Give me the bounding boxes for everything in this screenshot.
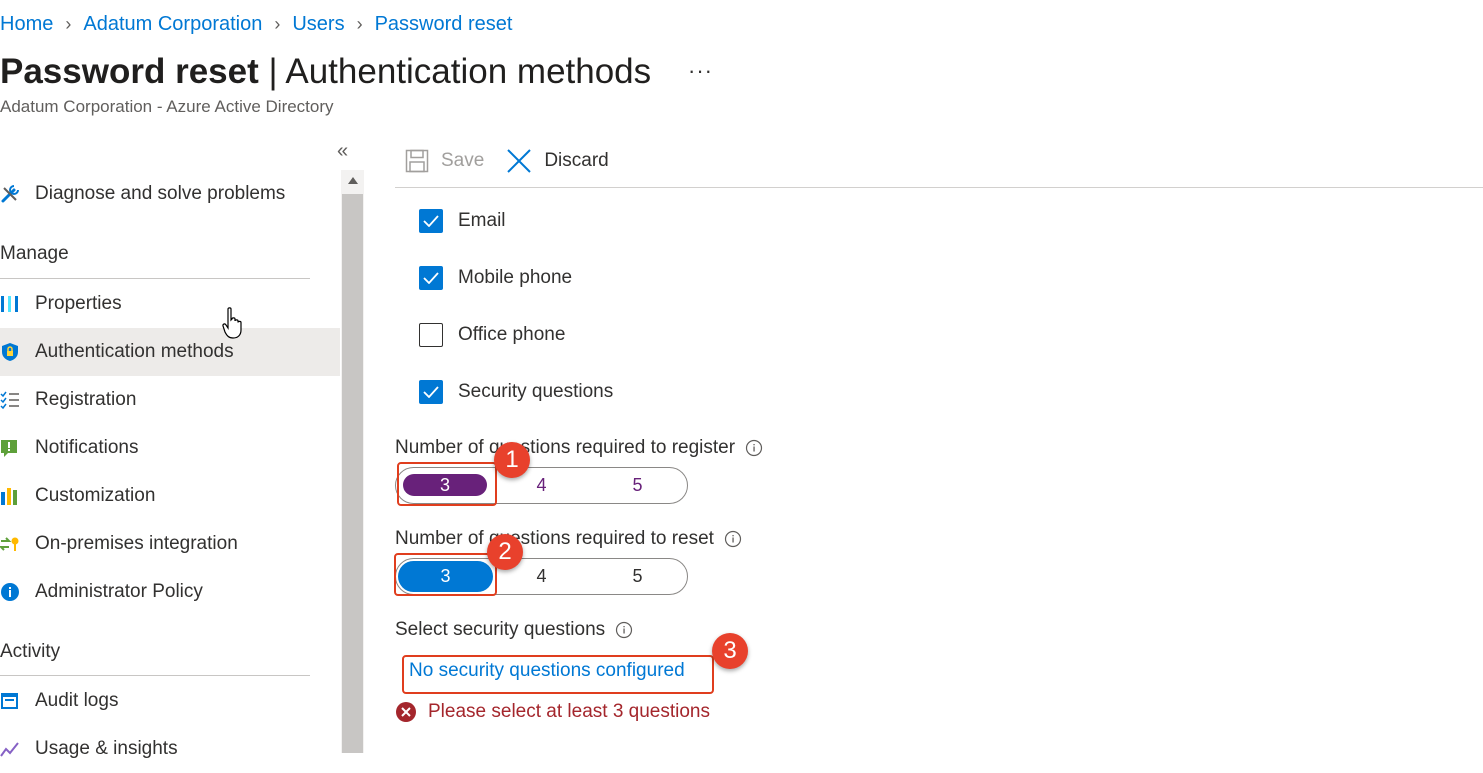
sidebar-item-notifications[interactable]: Notifications	[0, 424, 340, 472]
sidebar-item-customization[interactable]: Customization	[0, 472, 340, 520]
checkbox-label: Mobile phone	[458, 267, 573, 288]
sidebar-item-diagnose[interactable]: Diagnose and solve problems	[0, 170, 340, 218]
hand-cursor-icon	[222, 307, 244, 344]
register-count-label: Number of questions required to register	[395, 437, 763, 459]
save-button[interactable]: Save	[405, 149, 484, 173]
reset-count-text: Number of questions required to reset	[395, 528, 714, 549]
sidebar-item-properties[interactable]: Properties	[0, 280, 340, 328]
collapse-sidebar-button[interactable]: «	[337, 140, 348, 163]
checkmark-icon	[419, 266, 443, 290]
error-icon	[396, 702, 416, 722]
page-subtitle: Adatum Corporation - Azure Active Direct…	[0, 97, 334, 116]
checkbox-office-phone[interactable]: Office phone	[419, 321, 565, 349]
section-manage: Manage	[0, 243, 69, 264]
sidebar-item-label: Registration	[35, 389, 137, 410]
customization-icon	[0, 486, 20, 506]
checkmark-icon	[419, 380, 443, 404]
close-icon	[507, 149, 532, 173]
more-options-button[interactable]: ···	[688, 58, 713, 84]
sidebar-item-usage-insights[interactable]: Usage & insights	[0, 725, 340, 773]
chevron-right-icon: ›	[274, 13, 281, 34]
annotation-badge-1: 1	[494, 442, 530, 478]
info-icon[interactable]	[724, 530, 742, 548]
discard-button[interactable]: Discard	[506, 148, 609, 174]
save-icon	[405, 149, 429, 173]
sidebar-item-label: Diagnose and solve problems	[35, 183, 286, 204]
checkmark-icon	[419, 209, 443, 233]
on-premises-icon	[0, 534, 20, 554]
sidebar-item-authentication-methods[interactable]: Authentication methods	[0, 328, 340, 376]
info-icon	[0, 582, 20, 602]
sidebar-item-label: Usage & insights	[35, 738, 178, 759]
breadcrumb-adatum[interactable]: Adatum Corporation	[83, 13, 262, 36]
checkbox-unchecked-icon	[419, 323, 443, 347]
chevron-right-icon: ›	[65, 13, 72, 34]
notification-icon	[0, 438, 20, 458]
sidebar-item-registration[interactable]: Registration	[0, 376, 340, 424]
sidebar-item-audit-logs[interactable]: Audit logs	[0, 677, 340, 725]
page-title: Password reset | Authentication methods	[0, 52, 651, 92]
sidebar-item-administrator-policy[interactable]: Administrator Policy	[0, 568, 340, 616]
breadcrumb-home[interactable]: Home	[0, 13, 53, 36]
triangle-up-icon	[347, 177, 358, 184]
wrench-icon	[0, 184, 20, 204]
sidebar-item-label: Authentication methods	[35, 341, 234, 362]
register-count-text: Number of questions required to register	[395, 437, 736, 458]
sidebar-item-label: Customization	[35, 485, 156, 506]
scrollbar-thumb[interactable]	[342, 194, 363, 753]
checkbox-mobile-phone[interactable]: Mobile phone	[419, 264, 572, 292]
error-text: Please select at least 3 questions	[428, 701, 711, 722]
properties-icon	[0, 294, 20, 314]
page-title-rest: | Authentication methods	[258, 52, 652, 91]
annotation-badge-2: 2	[487, 534, 523, 570]
checkbox-email[interactable]: Email	[419, 207, 506, 235]
scroll-up-button[interactable]	[341, 172, 364, 192]
divider	[0, 675, 310, 676]
sidebar-item-label: Notifications	[35, 437, 139, 458]
sidebar-item-on-premises[interactable]: On-premises integration	[0, 520, 340, 568]
section-activity: Activity	[0, 641, 61, 662]
divider	[395, 187, 1483, 188]
sidebar-item-label: Properties	[35, 293, 122, 314]
discard-label: Discard	[544, 150, 609, 171]
divider	[0, 278, 310, 279]
checkbox-security-questions[interactable]: Security questions	[419, 378, 613, 406]
sidebar-item-label: Audit logs	[35, 690, 119, 711]
save-label: Save	[441, 150, 485, 171]
info-icon[interactable]	[745, 439, 763, 457]
usage-icon	[0, 739, 20, 759]
checkbox-label: Security questions	[458, 381, 614, 402]
sidebar-item-label: On-premises integration	[35, 533, 238, 554]
breadcrumb: Home › Adatum Corporation › Users › Pass…	[0, 10, 512, 38]
annotation-box-1	[397, 462, 497, 506]
annotation-badge-3: 3	[712, 633, 748, 669]
register-option-5[interactable]: 5	[590, 468, 685, 503]
info-icon[interactable]	[615, 621, 633, 639]
chevron-right-icon: ›	[356, 13, 363, 34]
reset-option-5[interactable]: 5	[590, 559, 685, 594]
checkbox-label: Office phone	[458, 324, 566, 345]
checkbox-label: Email	[458, 210, 506, 231]
breadcrumb-users[interactable]: Users	[292, 13, 344, 36]
shield-icon	[0, 342, 20, 362]
sidebar-item-label: Administrator Policy	[35, 581, 203, 602]
security-questions-text: Select security questions	[395, 619, 606, 640]
breadcrumb-password-reset[interactable]: Password reset	[375, 13, 513, 36]
annotation-box-2	[394, 553, 497, 596]
validation-error: Please select at least 3 questions	[395, 701, 710, 723]
reset-count-label: Number of questions required to reset	[395, 528, 742, 550]
command-bar: Save Discard	[405, 145, 631, 177]
audit-logs-icon	[0, 691, 20, 711]
page-title-bold: Password reset	[0, 52, 259, 91]
registration-list-icon	[0, 390, 20, 410]
security-questions-label: Select security questions	[395, 619, 633, 641]
annotation-box-3	[402, 655, 714, 694]
